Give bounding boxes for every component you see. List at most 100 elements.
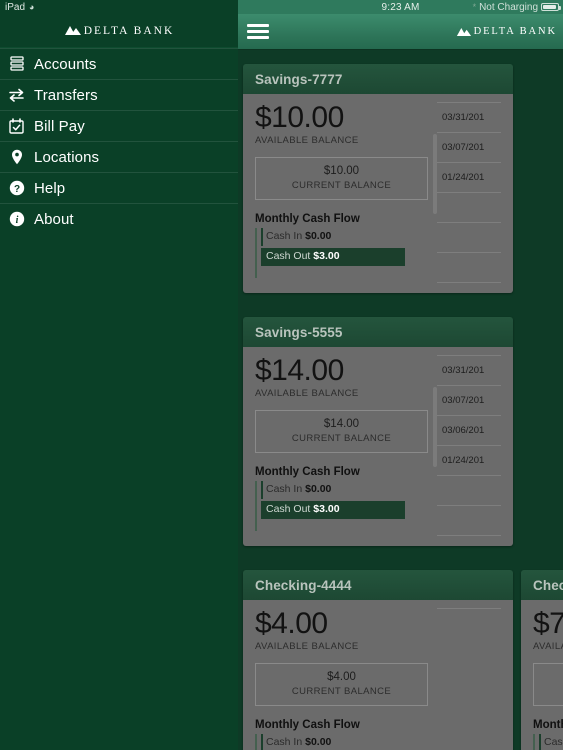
cash-in-bar <box>261 480 263 499</box>
account-title: Checking-4444 <box>255 577 352 593</box>
account-card-header: Savings-7777 <box>243 64 513 94</box>
accounts-stack-icon <box>8 56 25 73</box>
sidebar: DELTA BANK Accounts Transfers Bill Pay L… <box>0 14 238 750</box>
available-balance-amount: $7.00 <box>533 607 563 640</box>
transaction-scroll-indicator[interactable] <box>433 387 437 467</box>
cash-in-label: Cash In $0.00 <box>266 482 332 495</box>
account-card[interactable]: Savings-7777 $10.00 AVAILABLE BALANCE $1… <box>243 64 513 293</box>
transaction-scroll-indicator[interactable] <box>433 134 437 214</box>
transaction-date-column[interactable] <box>437 608 501 750</box>
transaction-row[interactable]: 01/24/201 <box>437 446 501 476</box>
account-card[interactable]: Checking-3333 $7.00 AVAILABLE BALANCE $7… <box>521 570 563 750</box>
current-balance-label: CURRENT BALANCE <box>291 179 392 191</box>
current-balance-box: $10.00 CURRENT BALANCE <box>255 156 428 200</box>
transaction-row[interactable]: 03/31/201 <box>437 103 501 133</box>
cash-out-label: Cash Out $3.00 <box>266 502 340 515</box>
transaction-date: 03/31/201 <box>442 112 485 123</box>
account-card[interactable]: Savings-5555 $14.00 AVAILABLE BALANCE $1… <box>243 317 513 546</box>
available-balance-amount: $4.00 <box>255 607 328 640</box>
cash-in-bar-row: Cash In $0.00 <box>539 733 563 750</box>
sidebar-item-bill-pay[interactable]: Bill Pay <box>0 110 238 141</box>
navbar-delta-bank-logo: DELTA BANK <box>456 26 557 37</box>
transaction-row[interactable] <box>437 223 501 253</box>
cash-out-bar-row: Cash Out $3.00 <box>261 500 428 519</box>
available-balance-label: AVAILABLE BALANCE <box>255 134 359 146</box>
accounts-card-grid: Savings-7777 $10.00 AVAILABLE BALANCE $1… <box>238 50 563 750</box>
current-balance-amount: $4.00 <box>327 670 356 683</box>
available-balance-label: AVAILABLE BALANCE <box>255 640 359 652</box>
current-balance-amount: $7.00 <box>534 671 563 683</box>
transaction-date: 03/07/201 <box>442 142 485 153</box>
transaction-date: 03/31/201 <box>442 365 485 376</box>
map-pin-icon <box>8 149 25 166</box>
sidebar-item-label: Accounts <box>34 55 97 73</box>
transaction-row[interactable] <box>437 253 501 283</box>
transaction-row[interactable] <box>437 476 501 506</box>
monthly-cash-flow-chart: Cash In $0.00 Cash Out $3.00 <box>255 733 428 750</box>
svg-text:?: ? <box>13 184 19 195</box>
delta-mountain-logo-icon <box>456 27 471 36</box>
sidebar-brand: DELTA BANK <box>0 14 238 48</box>
cash-in-label: Cash In $0.00 <box>266 735 332 748</box>
available-balance-label: AVAILABLE BALANCE <box>533 640 563 652</box>
transaction-list: 03/31/201 03/07/201 01/24/201 <box>437 102 501 283</box>
question-circle-icon: ? <box>8 180 25 197</box>
transaction-row[interactable]: 03/06/201 <box>437 416 501 446</box>
transaction-date-column[interactable]: 03/31/201 03/07/201 01/24/201 <box>433 102 501 283</box>
account-title: Savings-5555 <box>255 324 343 340</box>
sidebar-item-accounts[interactable]: Accounts <box>0 48 238 79</box>
device-label: iPad <box>5 1 26 13</box>
cash-in-bar <box>261 227 263 246</box>
monthly-cash-flow-chart: Cash In $0.00 Cash Out $3.00 <box>255 227 428 278</box>
account-card-body: $4.00 AVAILABLE BALANCE $4.00 CURRENT BA… <box>243 600 513 750</box>
hamburger-menu-icon[interactable] <box>247 21 269 42</box>
svg-text:i: i <box>15 215 18 226</box>
current-balance-label: CURRENT BALANCE <box>291 685 392 697</box>
account-card-header: Checking-4444 <box>243 570 513 600</box>
cash-in-bar-row: Cash In $0.00 <box>261 733 428 750</box>
current-balance-label: CURRENT BALANCE <box>291 432 392 444</box>
info-circle-icon: i <box>8 211 25 228</box>
cash-out-bar-row: Cash Out $3.00 <box>261 247 428 266</box>
cash-in-bar-row: Cash In $0.00 <box>261 480 428 499</box>
transaction-list <box>437 608 501 609</box>
navbar-brand-name: DELTA BANK <box>473 26 557 37</box>
transaction-row[interactable]: 01/24/201 <box>437 163 501 193</box>
sidebar-item-locations[interactable]: Locations <box>0 141 238 172</box>
transaction-row[interactable]: 03/31/201 <box>437 356 501 386</box>
transaction-row[interactable] <box>437 193 501 223</box>
transaction-row[interactable] <box>437 506 501 536</box>
ios-status-bar: iPad ◕ 9:23 AM * Not Charging <box>0 0 563 14</box>
account-title: Savings-7777 <box>255 71 343 87</box>
transaction-date: 03/06/201 <box>442 425 485 436</box>
delta-mountain-logo-icon <box>64 26 81 35</box>
transaction-date: 03/07/201 <box>442 395 485 406</box>
sidebar-item-transfers[interactable]: Transfers <box>0 79 238 110</box>
account-card-body: $7.00 AVAILABLE BALANCE $7.00 CURRENT BA… <box>521 600 563 750</box>
battery-icon <box>541 3 561 11</box>
account-card-header: Checking-3333 <box>521 570 563 600</box>
cash-out-label: Cash Out $3.00 <box>266 249 340 262</box>
transaction-date: 01/24/201 <box>442 172 485 183</box>
sidebar-item-help[interactable]: ? Help <box>0 172 238 203</box>
current-balance-label: CURRENT BALANCE <box>534 686 563 697</box>
wifi-icon: ◕ <box>29 1 35 12</box>
sidebar-item-label: Bill Pay <box>34 117 85 135</box>
sidebar-brand-name: DELTA BANK <box>83 24 175 37</box>
account-card[interactable]: Checking-4444 $4.00 AVAILABLE BALANCE $4… <box>243 570 513 750</box>
current-balance-amount: $14.00 <box>323 417 360 430</box>
transaction-date-column[interactable]: 03/31/201 03/07/201 03/06/201 01/24/201 <box>433 355 501 536</box>
monthly-cash-flow-chart: Cash In $0.00 Cash Out $3.00 <box>255 480 428 531</box>
monthly-cash-flow-title: Monthly Cash Flow <box>533 718 563 731</box>
monthly-cash-flow-title: Monthly Cash Flow <box>255 718 360 731</box>
top-navigation-bar: DELTA BANK <box>238 14 563 50</box>
transaction-row[interactable]: 03/07/201 <box>437 133 501 163</box>
monthly-cash-flow-title: Monthly Cash Flow <box>255 465 360 478</box>
current-balance-box: $4.00 CURRENT BALANCE <box>255 662 428 706</box>
sidebar-item-label: Locations <box>34 148 100 166</box>
sidebar-item-about[interactable]: i About <box>0 203 238 234</box>
status-bar-battery-group: * Not Charging <box>473 1 561 13</box>
battery-status-text: Not Charging <box>479 1 538 13</box>
account-card-header: Savings-5555 <box>243 317 513 347</box>
transaction-row[interactable]: 03/07/201 <box>437 386 501 416</box>
